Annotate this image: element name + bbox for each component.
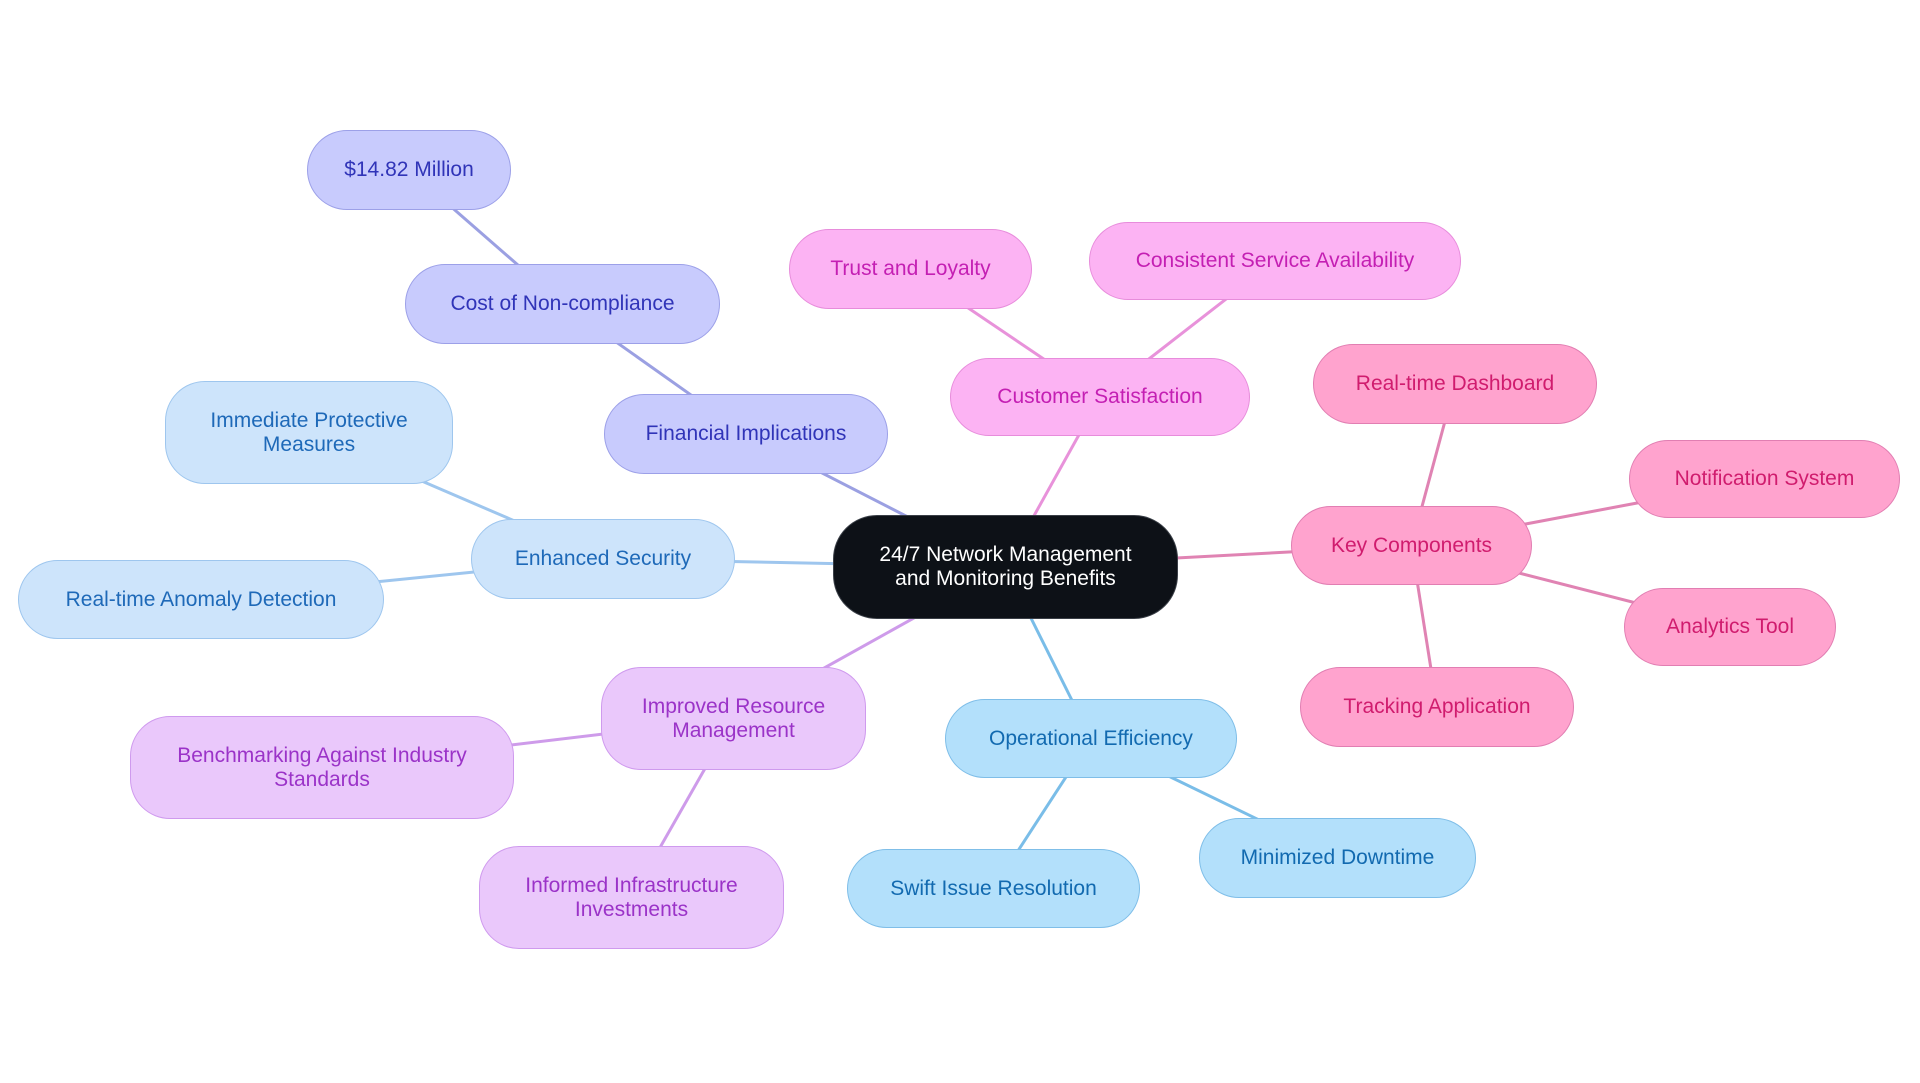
node-key-components[interactable]: Key Components (1291, 506, 1532, 585)
central-topic-line2: and Monitoring Benefits (895, 567, 1116, 590)
node-immediate-protective-measures[interactable]: Immediate Protective Measures (165, 381, 453, 484)
node-benchmarking-against-industry-standards[interactable]: Benchmarking Against Industry Standards (130, 716, 514, 819)
node-informed-infrastructure-investments[interactable]: Informed Infrastructure Investments (479, 846, 784, 949)
node-label: Real-time Anomaly Detection (65, 587, 337, 611)
node-label: Financial Implications (645, 422, 847, 445)
central-topic-node[interactable]: 24/7 Network Management and Monitoring Be… (833, 515, 1178, 619)
node-label-line1: Informed Infrastructure (525, 873, 738, 897)
node-notification-system[interactable]: Notification System (1629, 440, 1900, 518)
node-label: Real-time Dashboard (1355, 372, 1555, 395)
node-label: Notification System (1674, 467, 1855, 490)
node-label-line1: Improved Resource (641, 694, 826, 718)
node-label: Minimized Downtime (1240, 846, 1435, 869)
central-topic-line1: 24/7 Network Management (879, 543, 1132, 566)
node-label-line1: Immediate Protective (210, 408, 408, 432)
node-improved-resource-management[interactable]: Improved Resource Management (601, 667, 866, 770)
node-label: Consistent Service Availability (1135, 249, 1415, 272)
node-real-time-anomaly-detection[interactable]: Real-time Anomaly Detection (18, 560, 384, 639)
node-label-line2: Measures (262, 432, 356, 456)
node-label: Analytics Tool (1665, 615, 1794, 638)
node-real-time-dashboard[interactable]: Real-time Dashboard (1313, 344, 1597, 424)
node-label-line1: Benchmarking Against Industry (177, 743, 467, 767)
node-label: Swift Issue Resolution (890, 876, 1097, 900)
node-tracking-application[interactable]: Tracking Application (1300, 667, 1574, 747)
node-label-line2: Standards (274, 767, 370, 791)
node-label: Operational Efficiency (989, 726, 1193, 750)
node-financial-implications[interactable]: Financial Implications (604, 394, 888, 474)
node-minimized-downtime[interactable]: Minimized Downtime (1199, 818, 1476, 898)
node-analytics-tool[interactable]: Analytics Tool (1624, 588, 1836, 666)
node-label: Enhanced Security (514, 547, 692, 570)
node-label: Trust and Loyalty (830, 257, 991, 280)
node-trust-and-loyalty[interactable]: Trust and Loyalty (789, 229, 1032, 309)
node-label: Cost of Non-compliance (450, 292, 675, 315)
node-enhanced-security[interactable]: Enhanced Security (471, 519, 735, 599)
node-label: $14.82 Million (344, 158, 474, 181)
node-label-line2: Investments (574, 897, 689, 921)
node-customer-satisfaction[interactable]: Customer Satisfaction (950, 358, 1250, 436)
node-swift-issue-resolution[interactable]: Swift Issue Resolution (847, 849, 1140, 928)
node-label: Tracking Application (1343, 695, 1531, 718)
node-operational-efficiency[interactable]: Operational Efficiency (945, 699, 1237, 778)
node-consistent-service-availability[interactable]: Consistent Service Availability (1089, 222, 1461, 300)
node-cost-of-non-compliance[interactable]: Cost of Non-compliance (405, 264, 720, 344)
node-label: Customer Satisfaction (997, 385, 1203, 408)
node-label: Key Components (1330, 533, 1493, 557)
node-label-line2: Management (672, 718, 795, 742)
node-14-82-million[interactable]: $14.82 Million (307, 130, 511, 210)
